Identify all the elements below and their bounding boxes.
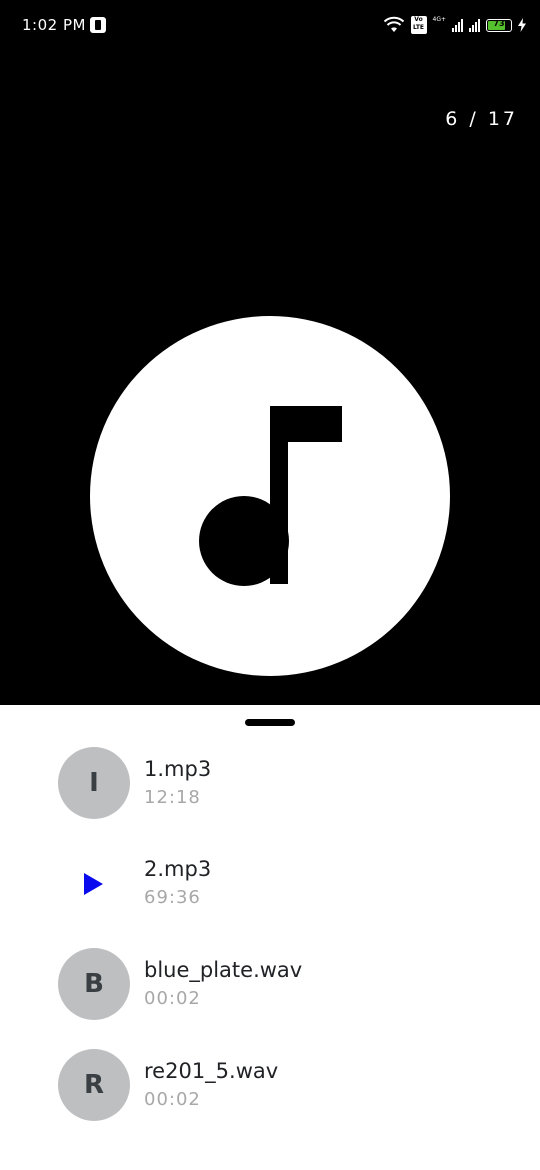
track-title: re201_5.wav	[144, 1059, 279, 1083]
track-avatar: I	[58, 747, 130, 819]
track-item[interactable]: R re201_5.wav 00:02	[0, 1049, 540, 1129]
track-duration: 00:02	[144, 1089, 201, 1110]
charging-icon	[518, 18, 526, 32]
track-item-playing[interactable]: 2.mp3 69:36	[0, 847, 540, 927]
track-duration: 00:02	[144, 988, 201, 1009]
signal-icon-sim1	[452, 18, 463, 32]
sheet-drag-handle[interactable]	[245, 719, 295, 726]
battery-icon: 73	[486, 18, 512, 32]
track-title: 2.mp3	[144, 857, 212, 881]
track-avatar: R	[58, 1049, 130, 1121]
track-item[interactable]: B blue_plate.wav 00:02	[0, 948, 540, 1028]
wifi-icon	[383, 16, 404, 32]
track-title: 1.mp3	[144, 757, 212, 781]
playlist-sheet: I 1.mp3 12:18 2.mp3 69:36 B blue_plate.w…	[0, 705, 540, 1170]
track-item[interactable]: I 1.mp3 12:18	[0, 747, 540, 827]
track-duration: 12:18	[144, 787, 201, 808]
status-bar: 1:02 PM Vo LTE 4G+ 73	[0, 0, 540, 52]
battery-level: 73	[493, 18, 505, 28]
volte-icon: Vo LTE	[410, 16, 427, 34]
app-notification-icon	[90, 17, 106, 33]
track-avatar: B	[58, 948, 130, 1020]
track-duration: 69:36	[144, 887, 201, 908]
status-icons: Vo LTE 4G+ 73	[383, 14, 526, 36]
network-type-label: 4G+	[432, 15, 447, 23]
track-title: blue_plate.wav	[144, 958, 303, 982]
signal-icon-sim2	[469, 18, 480, 32]
status-time: 1:02 PM	[22, 16, 86, 34]
music-note-icon	[199, 406, 342, 586]
album-art	[90, 316, 450, 676]
play-icon	[84, 873, 103, 895]
track-counter: 6 / 17	[445, 108, 518, 130]
